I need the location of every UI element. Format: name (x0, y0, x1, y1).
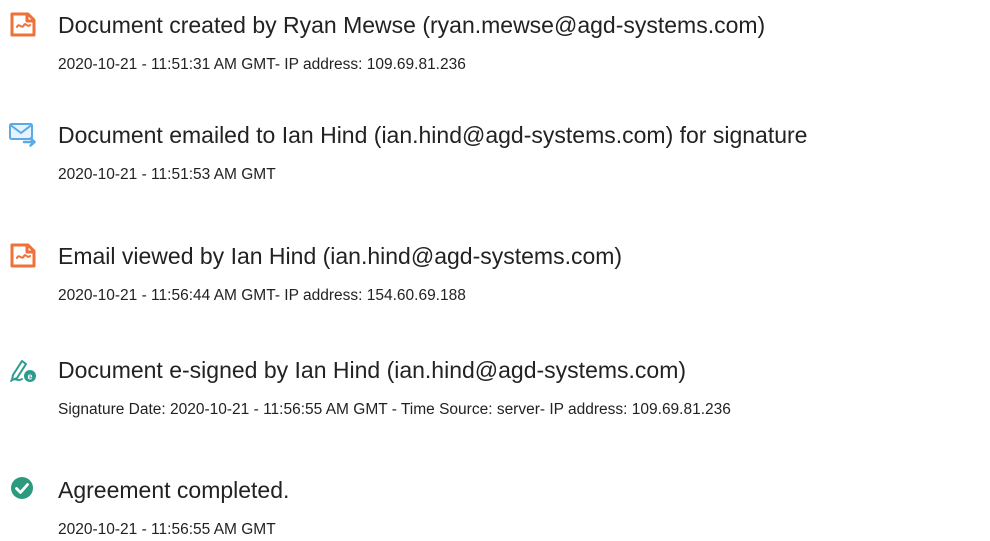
event-title: Document emailed to Ian Hind (ian.hind@a… (58, 122, 808, 148)
e-signature-icon: e (8, 355, 38, 383)
event-detail: Signature Date: 2020-10-21 - 11:56:55 AM… (58, 401, 731, 418)
email-viewed-icon (8, 241, 38, 269)
event-title: Agreement completed. (58, 477, 290, 503)
event-detail: 2020-10-21 - 11:51:31 AM GMT- IP address… (58, 56, 466, 73)
checkmark-circle-icon (8, 475, 38, 503)
svg-text:e: e (27, 371, 32, 381)
event-title: Document created by Ryan Mewse (ryan.mew… (58, 12, 766, 38)
event-detail: 2020-10-21 - 11:51:53 AM GMT (58, 166, 276, 183)
document-created-icon (8, 10, 38, 38)
event-detail: 2020-10-21 - 11:56:44 AM GMT- IP address… (58, 287, 466, 304)
event-title: Document e-signed by Ian Hind (ian.hind@… (58, 357, 687, 383)
event-title: Email viewed by Ian Hind (ian.hind@agd-s… (58, 243, 623, 269)
email-sent-icon (8, 120, 38, 148)
